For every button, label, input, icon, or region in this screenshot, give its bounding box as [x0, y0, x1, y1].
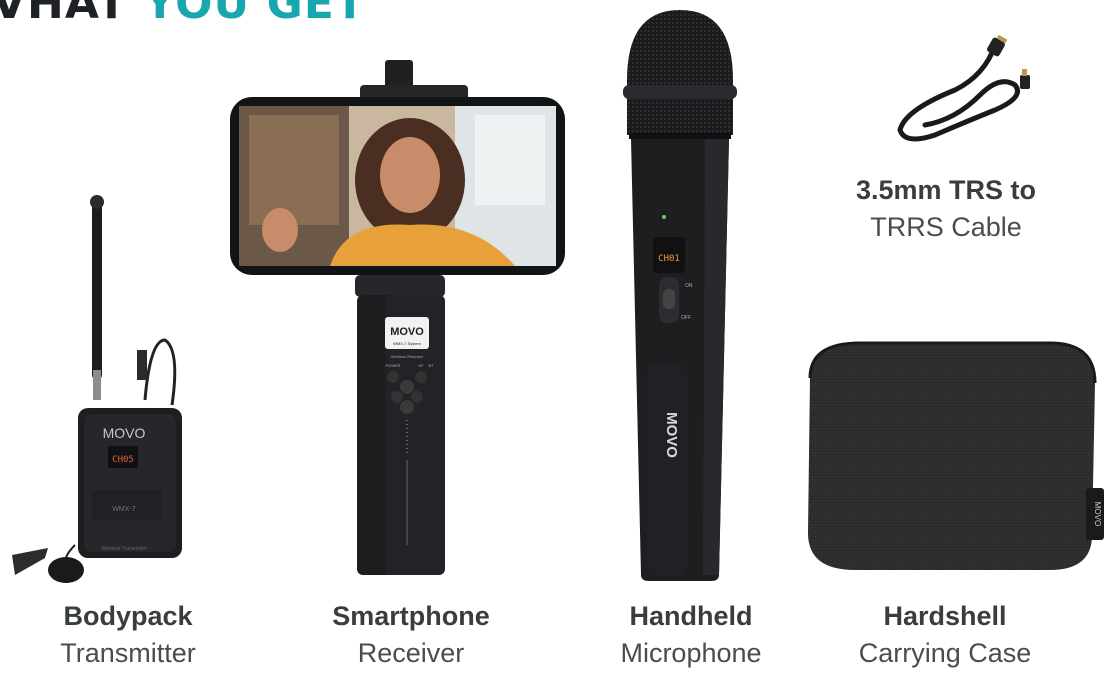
receiver-caption-subtitle: Receiver — [357, 638, 465, 668]
bodypack-caption: Bodypack Transmitter — [0, 598, 278, 672]
case-caption: Hardshell Carrying Case — [795, 598, 1095, 672]
handheld-microphone-image: CH01 ON OFF MOVO — [623, 10, 737, 581]
receiver-power-label: POWER — [385, 363, 400, 368]
receiver-bt-label: BT — [428, 363, 434, 368]
receiver-sublabel: Wireless Receiver — [391, 354, 424, 359]
case-caption-subtitle: Carrying Case — [858, 638, 1032, 668]
receiver-hf-label: HF — [418, 363, 424, 368]
case-brand: MOVO — [1093, 502, 1102, 526]
mic-brand: MOVO — [663, 412, 680, 458]
bodypack-model: WMX-7 — [112, 506, 135, 513]
bodypack-transmitter: MOVO CH05 WMX-7 Wireless Transmitter — [0, 190, 200, 590]
smartphone-receiver: MOVO WMX-7 System Wireless Receiver POWE… — [225, 55, 570, 580]
bodypack-transmitter-image: MOVO CH05 WMX-7 Wireless Transmitter — [12, 195, 182, 583]
case-caption-title: Hardshell — [883, 601, 1007, 631]
trs-cable-image — [897, 35, 1030, 142]
receiver-caption-title: Smartphone — [332, 601, 490, 631]
bodypack-sublabel: Wireless Transmitter — [101, 546, 147, 552]
mic-display: CH01 — [658, 254, 680, 264]
cable-caption-title: 3.5mm TRS to — [855, 175, 1037, 205]
bodypack-brand: MOVO — [103, 425, 146, 441]
cable-caption: 3.5mm TRS to TRRS Cable — [796, 172, 1096, 246]
bodypack-caption-subtitle: Transmitter — [60, 638, 196, 668]
trs-cable — [885, 35, 1035, 150]
hardshell-case: MOVO — [800, 338, 1107, 578]
handheld-microphone: CH01 ON OFF MOVO — [615, 5, 745, 585]
page-heading: VHAT YOU GET — [0, 0, 366, 29]
bodypack-display: CH05 — [112, 455, 134, 465]
heading-word-what: VHAT — [0, 0, 128, 29]
mic-switch-on: ON — [685, 283, 693, 289]
heading-word-you-get: YOU GET — [143, 0, 366, 29]
smartphone-receiver-image: MOVO WMX-7 System Wireless Receiver POWE… — [230, 60, 565, 575]
receiver-model: WMX-7 System — [393, 341, 421, 346]
receiver-caption: Smartphone Receiver — [261, 598, 561, 672]
hardshell-case-image: MOVO — [808, 341, 1104, 570]
bodypack-caption-title: Bodypack — [63, 601, 193, 631]
mic-switch-off: OFF — [681, 315, 691, 321]
cable-caption-subtitle: TRRS Cable — [870, 212, 1022, 242]
receiver-brand: MOVO — [390, 326, 424, 338]
